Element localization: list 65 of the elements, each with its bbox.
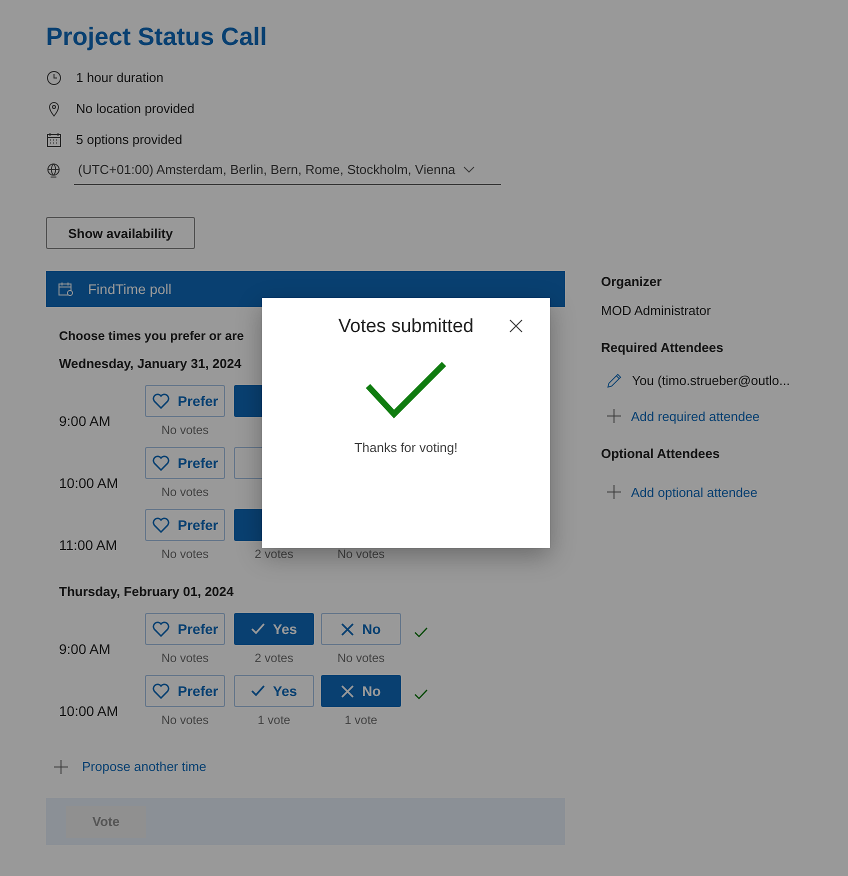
time-label: 10:00 AM: [59, 703, 118, 719]
attendee-name: You (timo.strueber@outlo...: [632, 372, 790, 388]
organizer-name: MOD Administrator: [601, 302, 712, 320]
prefer-button[interactable]: Prefer: [145, 385, 225, 417]
vote-count: 2 votes: [254, 547, 294, 561]
vote-count: No votes: [161, 651, 209, 665]
day-heading: Thursday, February 01, 2024: [59, 584, 234, 599]
vote-count: No votes: [161, 423, 209, 437]
time-label: 9:00 AM: [59, 641, 110, 657]
vote-count: No votes: [161, 485, 209, 499]
no-button[interactable]: No: [321, 613, 401, 645]
prefer-button[interactable]: Prefer: [145, 675, 225, 707]
chevron-down-icon: [463, 166, 476, 174]
check-icon: [250, 685, 265, 697]
close-icon: [341, 684, 354, 698]
location-pin-icon: [46, 100, 62, 116]
success-check-icon: [366, 362, 446, 420]
section-heading: Required Attendees: [601, 338, 724, 357]
globe-icon: [46, 163, 61, 178]
heart-icon: [152, 683, 170, 699]
heart-icon: [152, 621, 170, 637]
vote-count: 2 votes: [254, 651, 294, 665]
prefer-button[interactable]: Prefer: [145, 613, 225, 645]
vote-count: No votes: [337, 547, 385, 561]
page-title: Project Status Call: [46, 22, 268, 53]
time-label: 11:00 AM: [59, 537, 118, 553]
clock-icon: [46, 70, 62, 86]
plus-icon: [607, 409, 621, 423]
heart-icon: [152, 455, 170, 471]
heart-icon: [152, 517, 170, 533]
vote-count: No votes: [161, 713, 209, 727]
prefer-button[interactable]: Prefer: [145, 509, 225, 541]
detail-text: 5 options provided: [76, 132, 182, 147]
propose-time-link[interactable]: Propose another time: [82, 759, 206, 774]
yes-button[interactable]: Yes: [234, 675, 314, 707]
calendar-icon: [58, 282, 74, 296]
section-heading: Optional Attendees: [601, 444, 721, 463]
plus-icon: [54, 760, 68, 774]
yes-button[interactable]: Yes: [234, 613, 314, 645]
vote-count: 1 vote: [344, 713, 378, 727]
timezone-dropdown[interactable]: (UTC+01:00) Amsterdam, Berlin, Bern, Rome, Stockholm, Vienna: [74, 155, 501, 185]
heart-icon: [152, 393, 170, 409]
poll-instructions: Choose times you prefer or are: [59, 329, 245, 343]
poll-title: FindTime poll: [88, 281, 172, 297]
vote-count: 1 vote: [258, 713, 290, 727]
close-icon: [341, 622, 354, 636]
time-label: 10:00 AM: [59, 475, 118, 491]
show-availability-button[interactable]: Show availability: [46, 217, 195, 249]
section-heading: Organizer: [601, 272, 663, 291]
day-heading: Wednesday, January 31, 2024: [59, 356, 242, 371]
check-icon: [250, 623, 265, 635]
detail-text: 1 hour duration: [76, 70, 164, 85]
dialog-title: Votes submitted: [338, 316, 474, 338]
calendar-icon: [46, 132, 62, 148]
pencil-icon: [607, 372, 622, 388]
plus-icon: [607, 485, 621, 499]
add-required-attendee-link[interactable]: Add required attendee: [631, 408, 760, 424]
vote-count: No votes: [161, 547, 209, 561]
no-button[interactable]: No: [321, 675, 401, 707]
time-label: 9:00 AM: [59, 413, 110, 429]
dialog-message: Thanks for voting!: [354, 440, 458, 455]
detail-text: No location provided: [76, 101, 195, 116]
add-optional-attendee-link[interactable]: Add optional attendee: [631, 484, 758, 500]
vote-count: No votes: [337, 651, 385, 665]
prefer-button[interactable]: Prefer: [145, 447, 225, 479]
